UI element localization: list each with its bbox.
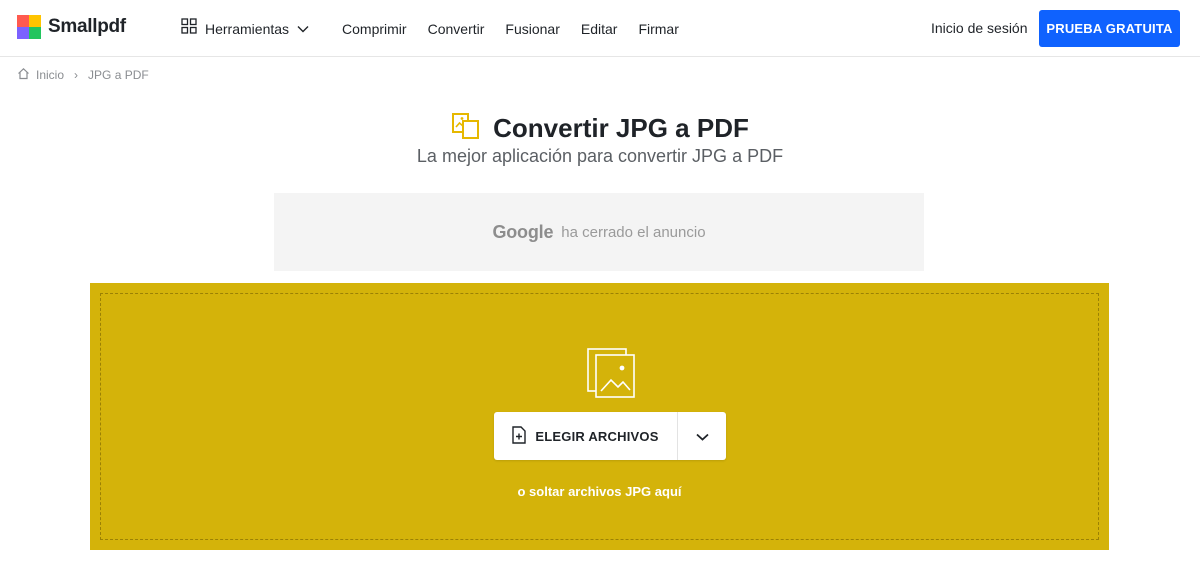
ad-placeholder: Google ha cerrado el anuncio	[274, 193, 924, 271]
upload-options-button[interactable]	[678, 412, 726, 460]
choose-files-label: ELEGIR ARCHIVOS	[535, 428, 659, 444]
ad-brand: Google	[492, 221, 554, 242]
breadcrumb-current: JPG a PDF	[88, 68, 149, 82]
page-title: Convertir JPG a PDF	[493, 113, 749, 143]
jpg-to-pdf-icon	[451, 112, 481, 145]
page-subtitle: La mejor aplicación para convertir JPG a…	[416, 146, 784, 166]
login-link[interactable]: Inicio de sesión	[931, 20, 1028, 36]
page-heading: Convertir JPG a PDF	[0, 112, 1200, 145]
top-header: Smallpdf Herramientas Comprimir Converti…	[0, 0, 1200, 57]
image-files-icon	[585, 346, 637, 405]
tools-label: Herramientas	[205, 20, 290, 37]
choose-files-group: ELEGIR ARCHIVOS	[494, 412, 726, 460]
chevron-down-icon	[695, 429, 709, 444]
breadcrumb-separator: ›	[74, 68, 79, 82]
home-icon	[17, 67, 30, 83]
main-nav: Herramientas Comprimir Convertir Fusiona…	[181, 0, 700, 57]
smallpdf-logo-icon	[17, 15, 41, 39]
dropzone-area[interactable]: ELEGIR ARCHIVOS o soltar archivos JPG aq…	[100, 293, 1099, 540]
brand-logo[interactable]: Smallpdf	[17, 15, 126, 39]
free-trial-button[interactable]: PRUEBA GRATUITA	[1039, 10, 1180, 47]
chevron-down-icon	[297, 20, 309, 38]
add-file-icon	[512, 425, 527, 447]
grid-icon	[181, 18, 197, 39]
nav-comprimir[interactable]: Comprimir	[342, 21, 407, 37]
nav-firmar[interactable]: Firmar	[638, 21, 678, 37]
ad-message: ha cerrado el anuncio	[561, 223, 706, 241]
breadcrumb: Inicio › JPG a PDF	[17, 67, 149, 83]
nav-fusionar[interactable]: Fusionar	[505, 21, 559, 37]
drop-hint: o soltar archivos JPG aquí	[517, 484, 682, 499]
nav-convertir[interactable]: Convertir	[428, 21, 485, 37]
file-dropzone[interactable]: ELEGIR ARCHIVOS o soltar archivos JPG aq…	[90, 283, 1109, 550]
brand-name: Smallpdf	[48, 16, 126, 37]
nav-editar[interactable]: Editar	[581, 21, 618, 37]
tools-menu[interactable]: Herramientas	[181, 18, 309, 39]
choose-files-button[interactable]: ELEGIR ARCHIVOS	[494, 412, 677, 460]
breadcrumb-home[interactable]: Inicio	[36, 68, 64, 82]
